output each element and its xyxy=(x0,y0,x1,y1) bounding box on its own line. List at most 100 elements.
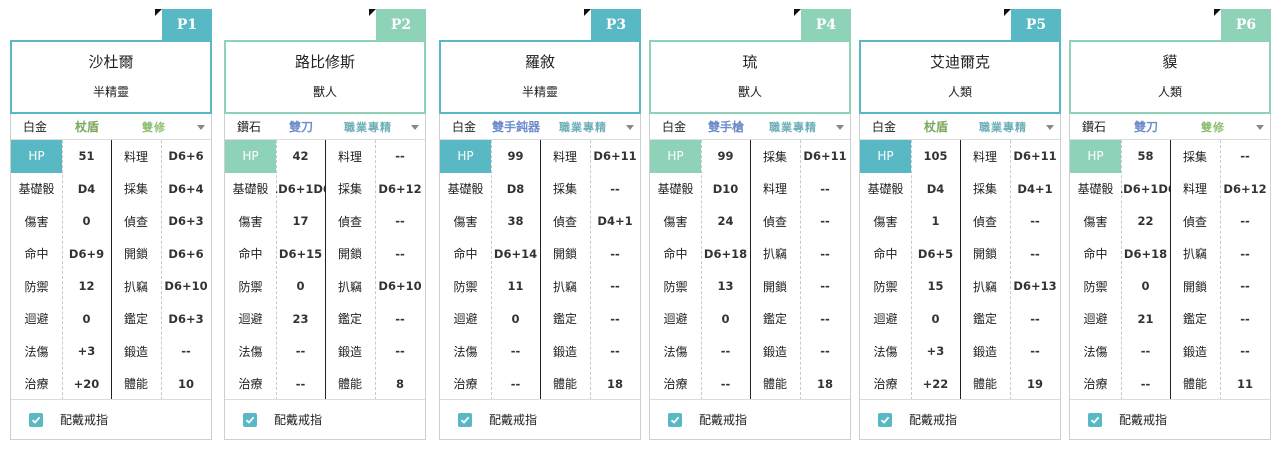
skill-label: 採集 xyxy=(762,149,787,164)
ring-checkbox[interactable] xyxy=(1088,412,1102,427)
skill-label: 料理 xyxy=(1182,182,1207,197)
tag-corner xyxy=(1214,9,1221,16)
stat-label: 命中 xyxy=(1083,247,1108,262)
stat-value: 0 xyxy=(82,214,91,229)
stat-row: 傷害 38 偵查 D4+1 xyxy=(440,205,640,238)
chevron-down-icon[interactable] xyxy=(626,125,634,130)
skill-label: 料理 xyxy=(552,149,577,164)
card-header: 路比修斯 獸人 xyxy=(224,40,426,114)
character-race: 半精靈 xyxy=(92,85,129,99)
stat-label: 治療 xyxy=(238,377,263,392)
card-header: 艾迪爾克 人類 xyxy=(859,40,1061,114)
stat-value: 0 xyxy=(296,279,305,294)
ring-checkbox[interactable] xyxy=(668,412,682,427)
stat-label: HP xyxy=(225,140,276,173)
stat-row: 傷害 0 偵查 D6+3 xyxy=(11,205,211,238)
ring-checkbox[interactable] xyxy=(878,412,892,427)
stat-row: 防禦 15 扒竊 D6+13 xyxy=(860,270,1060,303)
ring-label: 配戴戒指 xyxy=(274,413,323,427)
stat-value: +20 xyxy=(73,376,100,391)
character-name: 貘 xyxy=(1162,53,1178,71)
stat-row: HP 51 料理 D6+6 xyxy=(11,140,211,173)
stat-label: HP xyxy=(440,140,491,173)
stat-label: 迴避 xyxy=(453,312,478,327)
stat-value: -- xyxy=(720,344,731,359)
stat-row: 傷害 24 偵查 -- xyxy=(650,205,850,238)
character-card[interactable]: P2路比修斯獸人鑽石雙刀職業專精HP42料理--基礎骰1D6+1D6採集D6+1… xyxy=(224,9,426,440)
skill-value: D6+11 xyxy=(593,149,637,164)
character-card[interactable]: P4 琉獸人 白金 雙手槍 職業專精 HP 99 採集 D6+11 基礎骰 D10 料理 -- 傷害 24 偵… xyxy=(649,9,851,440)
stat-row: 法傷 +3 鍛造 -- xyxy=(11,335,211,368)
stat-label: 法傷 xyxy=(24,344,49,359)
stat-row: 法傷 +3 鍛造 -- xyxy=(860,335,1060,368)
equipment-select[interactable]: 白金 杖盾 職業專精 xyxy=(860,114,1060,140)
ring-toggle[interactable]: 配戴戒指 xyxy=(1070,399,1270,439)
skill-label: 鍛造 xyxy=(1182,344,1207,359)
ring-toggle[interactable]: 配戴戒指 xyxy=(440,399,640,439)
stat-row: HP 58 採集 -- xyxy=(1070,140,1270,173)
player-tag: P2 xyxy=(376,9,426,40)
equipment-material: 鑽石 xyxy=(1081,120,1106,134)
stat-label: 傷害 xyxy=(238,214,263,229)
player-tag: P4 xyxy=(801,9,851,40)
skill-label: 鑑定 xyxy=(552,312,577,327)
chevron-down-icon[interactable] xyxy=(1256,125,1264,130)
skill-value: 19 xyxy=(1026,376,1043,391)
stat-row: 治療 -- 體能 18 xyxy=(440,368,640,401)
ring-checkbox[interactable] xyxy=(243,412,257,427)
ring-checkbox[interactable] xyxy=(458,412,472,427)
chevron-down-icon[interactable] xyxy=(1046,125,1054,130)
equipment-select[interactable]: 白金 雙手槍 職業專精 xyxy=(650,114,850,140)
stat-label: 迴避 xyxy=(873,312,898,327)
equipment-select[interactable]: 鑽石 雙刀 職業專精 xyxy=(225,114,425,140)
equipment-select[interactable]: 鑽石 雙刀 雙修 xyxy=(1070,114,1270,140)
stat-row: 基礎骰 1D6+1D6 採集 D6+12 xyxy=(225,173,425,206)
equipment-select[interactable]: 白金 雙手鈍器 職業專精 xyxy=(440,114,640,140)
skill-label: 扒竊 xyxy=(123,279,148,294)
stat-value: 23 xyxy=(292,311,309,326)
character-card[interactable]: P3 羅敘 半精靈 白金 雙手鈍器 職業專精 HP 99 料理 D6+11 基礎骰 D8 採集 -- 傷害 3… xyxy=(439,9,641,440)
chevron-down-icon[interactable] xyxy=(836,125,844,130)
skill-value: D6+12 xyxy=(1223,181,1267,196)
stat-row: 命中 D6+14 開鎖 -- xyxy=(440,238,640,271)
ring-toggle[interactable]: 配戴戒指 xyxy=(225,399,425,439)
stat-row: 基礎骰 D10 料理 -- xyxy=(650,173,850,206)
stat-label: 傷害 xyxy=(24,214,49,229)
stat-row: 治療 +20 體能 10 xyxy=(11,368,211,401)
stat-label: 命中 xyxy=(238,247,263,262)
equipment-select[interactable]: 白金 杖盾 雙修 xyxy=(11,114,211,140)
skill-label: 體能 xyxy=(972,377,997,392)
equipment-material: 白金 xyxy=(871,120,896,134)
tag-corner xyxy=(584,9,591,16)
stat-label: 治療 xyxy=(24,377,49,392)
stat-row: 迴避 21 鑑定 -- xyxy=(1070,303,1270,336)
stat-row: 治療 -- 體能 8 xyxy=(225,368,425,401)
stat-value: +3 xyxy=(77,344,96,359)
skill-label: 體能 xyxy=(337,377,362,392)
stat-value: -- xyxy=(295,376,306,391)
stat-row: 防禦 0 開鎖 -- xyxy=(1070,270,1270,303)
skill-label: 採集 xyxy=(337,182,362,197)
ring-toggle[interactable]: 配戴戒指 xyxy=(650,399,850,439)
ring-checkbox[interactable] xyxy=(29,412,43,427)
chevron-down-icon[interactable] xyxy=(197,125,205,130)
ring-toggle[interactable]: 配戴戒指 xyxy=(860,399,1060,439)
skill-label: 體能 xyxy=(123,377,148,392)
card-body: 白金 雙手鈍器 職業專精 HP 99 料理 D6+11 基礎骰 D8 採集 -- 傷害 38 偵查 D4+1… xyxy=(439,114,641,440)
skill-value: -- xyxy=(395,149,405,164)
skill-label: 料理 xyxy=(972,149,997,164)
character-card[interactable]: P1 沙杜爾 半精靈 白金 杖盾 雙修 HP 51 料理 D6+6 基礎骰 D4 採集 D6+4 傷害 0 偵查… xyxy=(10,9,212,440)
skill-label: 體能 xyxy=(552,377,577,392)
stat-label: 命中 xyxy=(663,247,688,262)
skill-label: 開鎖 xyxy=(762,279,787,294)
character-card[interactable]: P6貘人類鑽石雙刀雙修HP58採集--基礎骰1D6+1D6料理D6+12傷害22… xyxy=(1069,9,1271,440)
stat-value: 0 xyxy=(721,311,730,326)
ring-toggle[interactable]: 配戴戒指 xyxy=(11,399,211,439)
chevron-down-icon[interactable] xyxy=(411,125,419,130)
stat-row: 防禦 12 扒竊 D6+10 xyxy=(11,270,211,303)
ring-label: 配戴戒指 xyxy=(489,413,538,427)
player-tag: P6 xyxy=(1221,9,1271,40)
character-card[interactable]: P5 艾迪爾克 人類 白金 杖盾 職業專精 HP 105 料理 D6+11 基礎骰 D4 採集 D4+1 傷… xyxy=(859,9,1061,440)
stat-label: HP xyxy=(11,140,62,173)
stat-row: 命中 D6+5 開鎖 -- xyxy=(860,238,1060,271)
